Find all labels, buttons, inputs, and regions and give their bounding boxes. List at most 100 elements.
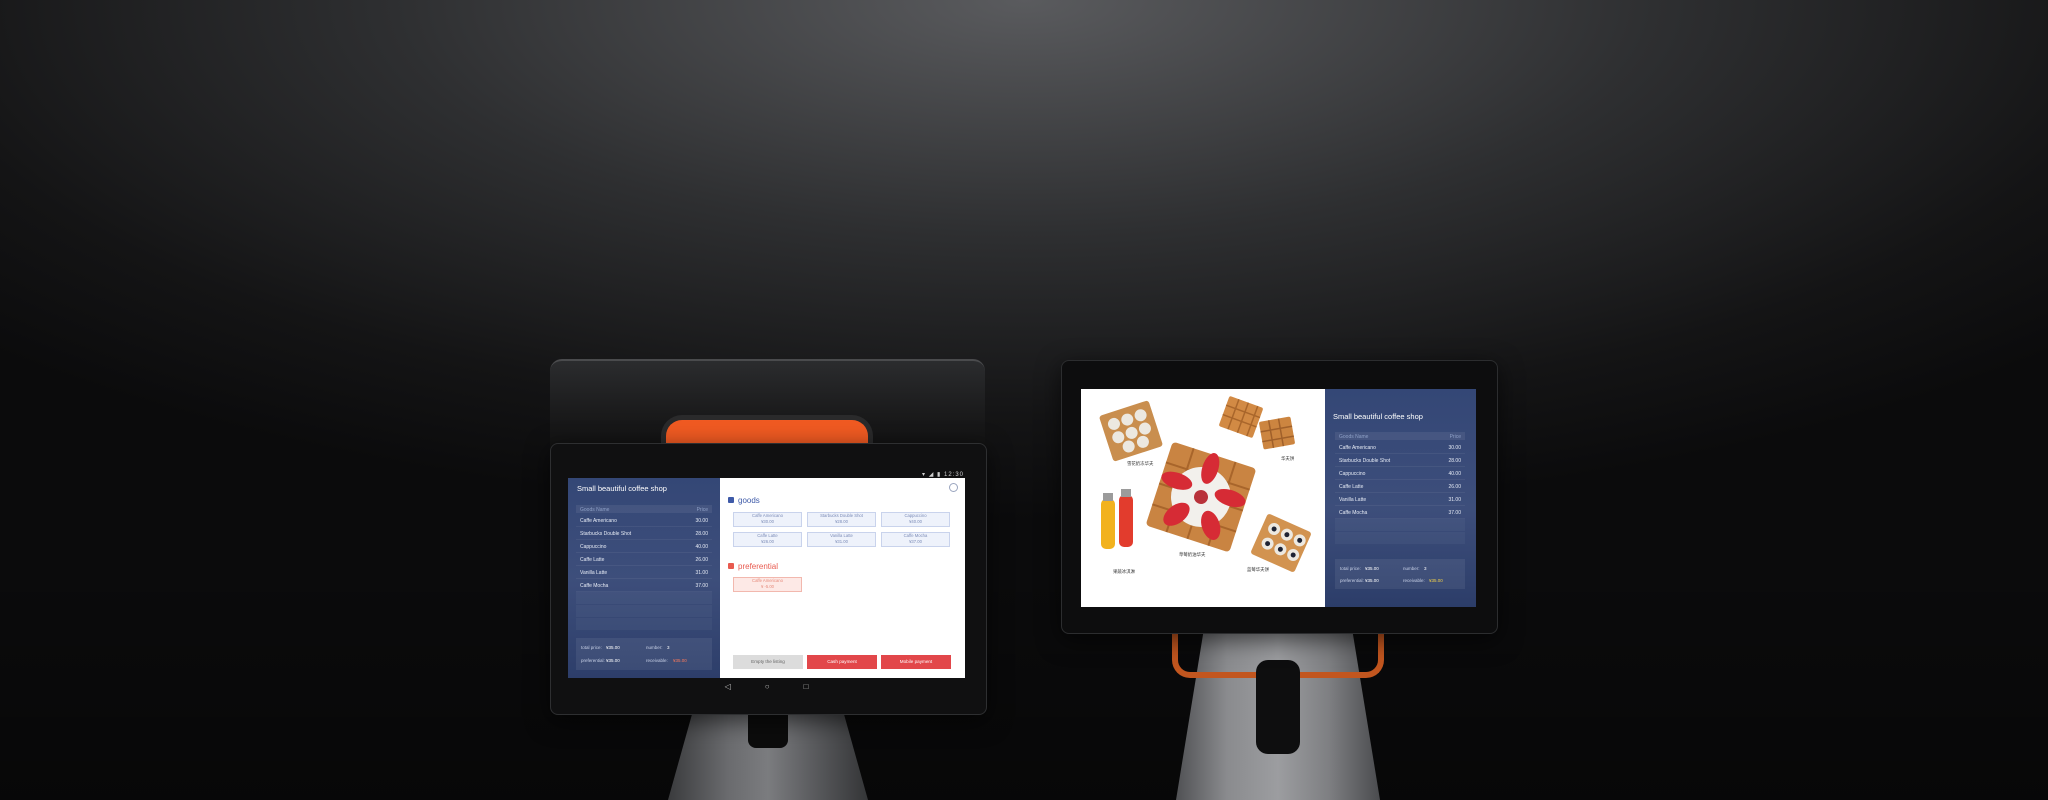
back-icon[interactable]: ◁	[725, 682, 731, 691]
preferential-value: ¥35.00	[606, 658, 620, 663]
promo-label: 雪花奶冻华夫	[1127, 461, 1154, 466]
order-row-empty	[576, 592, 712, 604]
order-item-price: 37.00	[1448, 509, 1461, 516]
receivable-label: receivable:	[1403, 578, 1425, 583]
goods-section-title: goods	[728, 496, 760, 505]
goods-item-price: ¥30.00	[761, 518, 774, 524]
customer-screen: 雪花奶冻华夫 华夫饼 草莓奶油华夫 果蔬冰淇淋 蓝莓华夫饼 Small beau…	[1081, 389, 1476, 607]
goods-item-button[interactable]: Vanilla Latte ¥31.00	[807, 532, 876, 547]
order-item-name: Cappuccino	[1339, 470, 1366, 477]
order-item-price: 40.00	[1448, 470, 1461, 477]
promo-label: 华夫饼	[1281, 456, 1295, 461]
order-item-price: 30.00	[1448, 444, 1461, 451]
order-item-price: 31.00	[695, 569, 708, 576]
order-row[interactable]: Caffe Latte 26.00	[576, 553, 712, 566]
order-table-header: Goods Name Price	[1335, 432, 1465, 440]
order-item-name: Caffe Latte	[1339, 483, 1364, 490]
goods-item-button[interactable]: Caffe Mocha ¥37.00	[881, 532, 950, 547]
order-row[interactable]: Starbucks Double Shot 28.00	[576, 527, 712, 540]
preferential-item-price: ¥ -5.00	[760, 583, 775, 589]
mobile-payment-button[interactable]: Mobile payment	[881, 655, 951, 669]
order-item-name: Vanilla Latte	[1339, 496, 1367, 503]
order-item-name: Cappuccino	[580, 543, 607, 550]
order-item-name: Caffe Americano	[1339, 444, 1376, 451]
empty-listing-button[interactable]: Empty the listing	[733, 655, 803, 669]
goods-item-button[interactable]: Cappuccino ¥40.00	[881, 512, 950, 527]
shop-title: Small beautiful coffee shop	[577, 484, 667, 493]
order-item-name: Vanilla Latte	[580, 569, 608, 576]
order-item-price: 26.00	[1448, 483, 1461, 490]
receivable-label: receivable:	[646, 658, 668, 663]
goods-item-button[interactable]: Caffe Americano ¥30.00	[733, 512, 802, 527]
recents-icon[interactable]: □	[804, 682, 809, 691]
order-row: Starbucks Double Shot 28.00	[1335, 454, 1465, 467]
shop-title: Small beautiful coffee shop	[1333, 412, 1423, 421]
order-totals: total price: ¥35.00 number: 3 preferenti…	[576, 638, 712, 670]
promo-label: 草莓奶油华夫	[1179, 552, 1206, 557]
goods-item-price: ¥40.00	[909, 518, 922, 524]
promo-label: 果蔬冰淇淋	[1113, 569, 1135, 574]
col-goods-header: Goods Name	[580, 506, 610, 513]
goods-title-text: goods	[738, 496, 760, 505]
col-price-header: Price	[1449, 433, 1461, 440]
number-label: number:	[1403, 566, 1420, 571]
home-icon[interactable]: ○	[765, 682, 770, 691]
order-row-empty	[576, 605, 712, 617]
col-goods-header: Goods Name	[1339, 433, 1369, 440]
order-item-name: Starbucks Double Shot	[1339, 457, 1391, 464]
order-row: Caffe Mocha 37.00	[1335, 506, 1465, 519]
preferential-label: preferential:	[581, 658, 605, 663]
goods-item-price: ¥26.00	[761, 538, 774, 544]
number-value: 3	[667, 645, 670, 650]
number-value: 3	[1424, 566, 1427, 571]
col-price-header: Price	[696, 506, 708, 513]
goods-item-button[interactable]: Starbucks Double Shot ¥28.00	[807, 512, 876, 527]
order-item-price: 37.00	[695, 582, 708, 589]
order-panel: Small beautiful coffee shop Goods Name P…	[568, 478, 720, 678]
order-item-name: Starbucks Double Shot	[580, 530, 632, 537]
order-table-header: Goods Name Price	[576, 505, 712, 513]
goods-item-price: ¥28.00	[835, 518, 848, 524]
order-row: Cappuccino 40.00	[1335, 467, 1465, 480]
order-item-price: 28.00	[695, 530, 708, 537]
order-row[interactable]: Caffe Americano 30.00	[576, 514, 712, 527]
goods-panel: goods Caffe Americano ¥30.00 Starbucks D…	[720, 478, 965, 678]
order-item-price: 40.00	[695, 543, 708, 550]
cash-payment-button[interactable]: Cash payment	[807, 655, 877, 669]
order-item-name: Caffe Americano	[580, 517, 617, 524]
order-item-price: 26.00	[695, 556, 708, 563]
goods-item-price: ¥31.00	[835, 538, 848, 544]
stand-right-slot	[1256, 660, 1300, 754]
goods-item-button[interactable]: Caffe Latte ¥26.00	[733, 532, 802, 547]
preferential-item-button[interactable]: Caffe Americano ¥ -5.00	[733, 577, 802, 592]
preferential-section-title: preferential	[728, 562, 778, 571]
promo-label: 蓝莓华夫饼	[1247, 567, 1269, 572]
order-item-price: 28.00	[1448, 457, 1461, 464]
total-price-value: ¥35.00	[1365, 566, 1379, 571]
preferential-title-text: preferential	[738, 562, 779, 571]
order-item-price: 30.00	[695, 517, 708, 524]
order-item-name: Caffe Mocha	[580, 582, 609, 589]
order-item-name: Caffe Mocha	[1339, 509, 1368, 516]
total-price-label: total price:	[581, 645, 602, 650]
total-price-label: total price:	[1340, 566, 1361, 571]
order-row[interactable]: Cappuccino 40.00	[576, 540, 712, 553]
preferential-label: preferential:	[1340, 578, 1364, 583]
number-label: number:	[646, 645, 663, 650]
floor-shadow	[0, 560, 2048, 800]
gear-icon[interactable]	[949, 483, 958, 492]
stand-left-notch	[748, 714, 788, 748]
order-row[interactable]: Vanilla Latte 31.00	[576, 566, 712, 579]
goods-item-price: ¥37.00	[909, 538, 922, 544]
order-row-empty	[1335, 532, 1465, 544]
order-totals: total price: ¥35.00 number: 3 preferenti…	[1335, 559, 1465, 589]
order-row-empty	[576, 618, 712, 630]
preferential-value: ¥35.00	[1365, 578, 1379, 583]
preferential-icon	[728, 563, 734, 569]
total-price-value: ¥35.00	[606, 645, 620, 650]
customer-order-panel: Small beautiful coffee shop Goods Name P…	[1325, 389, 1476, 607]
order-item-price: 31.00	[1448, 496, 1461, 503]
android-navbar: ◁ ○ □	[568, 678, 965, 694]
order-row[interactable]: Caffe Mocha 37.00	[576, 579, 712, 592]
pos-screen: Small beautiful coffee shop Goods Name P…	[568, 478, 965, 678]
